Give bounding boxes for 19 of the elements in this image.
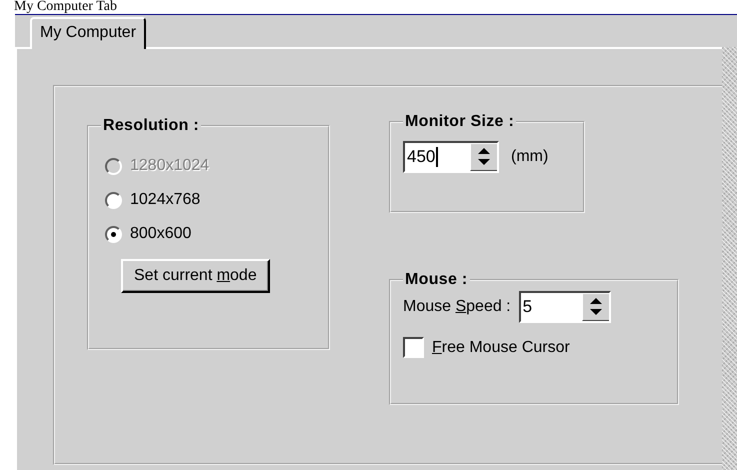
radio-button[interactable] — [105, 226, 122, 242]
checkbox-label: Free Mouse Cursor — [432, 338, 570, 356]
number-field[interactable]: 450 — [403, 141, 499, 173]
checkbox[interactable] — [403, 337, 424, 358]
radio-label: 1024x768 — [130, 191, 200, 209]
number-field[interactable]: 5 — [518, 291, 611, 323]
spin-button[interactable] — [470, 144, 497, 170]
spin-button[interactable] — [582, 294, 609, 320]
caption-text: My Computer Tab — [13, 0, 118, 14]
speed-label: Mouse Speed : — [403, 298, 511, 316]
group-title: Monitor Size : — [404, 113, 516, 131]
group-title: Mouse : — [404, 271, 469, 289]
tab[interactable]: My Computer — [30, 17, 146, 49]
unit-label: (mm) — [511, 148, 548, 166]
radio-label: 800x600 — [130, 225, 192, 243]
radio-button[interactable] — [105, 192, 122, 208]
radio-label: 1280x1024 — [130, 157, 210, 175]
group-title: Resolution : — [102, 117, 200, 135]
set-mode-button[interactable]: Set current mode — [121, 259, 270, 293]
